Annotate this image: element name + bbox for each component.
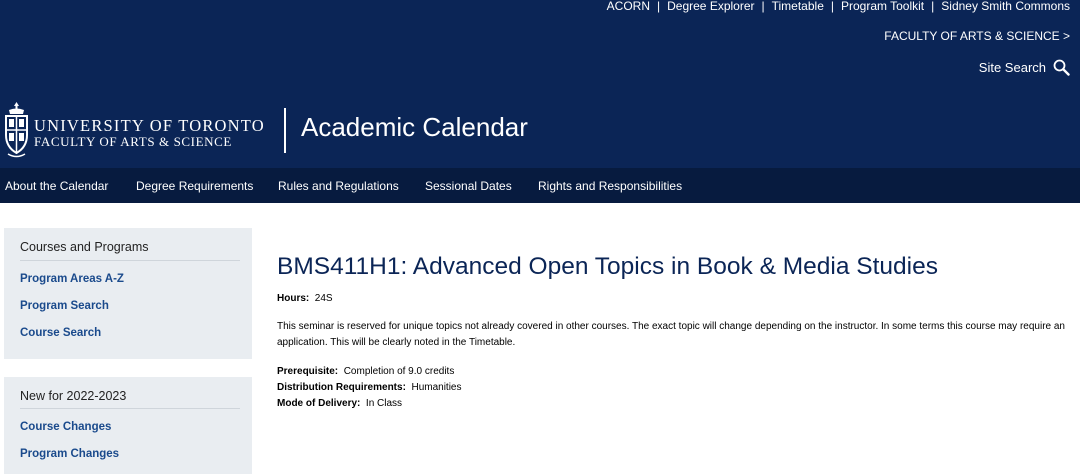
course-description: This seminar is reserved for unique topi… bbox=[277, 321, 1065, 348]
course-distribution: Distribution Requirements: Humanities bbox=[277, 382, 462, 393]
site-header: ACORN | Degree Explorer | Timetable | Program … bbox=[0, 0, 1080, 168]
box-divider bbox=[20, 260, 240, 261]
nav-degree-requirements[interactable]: Degree Requirements bbox=[136, 168, 253, 203]
course-delivery: Mode of Delivery: In Class bbox=[277, 398, 402, 409]
university-wordmark[interactable]: UNIVERSITY OF TORONTO FACULTY OF ARTS & … bbox=[34, 117, 265, 149]
site-search-label: Site Search bbox=[978, 60, 1046, 75]
new-for-year-box: New for 2022-2023 Course Changes Program… bbox=[4, 377, 252, 474]
program-changes-link[interactable]: Program Changes bbox=[20, 448, 119, 460]
program-areas-link[interactable]: Program Areas A-Z bbox=[20, 273, 124, 285]
header-divider bbox=[284, 108, 286, 153]
box-divider bbox=[20, 408, 240, 409]
search-icon bbox=[1053, 59, 1070, 76]
hours-value: 24S bbox=[314, 293, 333, 304]
faculty-name: FACULTY OF ARTS & SCIENCE bbox=[34, 134, 232, 149]
distribution-label: Distribution Requirements: bbox=[277, 382, 406, 393]
program-toolkit-link[interactable]: Program Toolkit bbox=[841, 0, 924, 13]
university-name: UNIVERSITY OF TORONTO bbox=[34, 116, 265, 135]
course-hours: Hours: 24S bbox=[277, 293, 333, 304]
faculty-link[interactable]: FACULTY OF ARTS & SCIENCE > bbox=[884, 29, 1070, 43]
site-search-button[interactable]: Site Search bbox=[979, 59, 1070, 76]
delivery-value: In Class bbox=[365, 398, 403, 409]
courses-programs-box: Courses and Programs Program Areas A-Z P… bbox=[4, 228, 252, 359]
course-title: BMS411H1: Advanced Open Topics in Book &… bbox=[277, 253, 938, 280]
nav-about-calendar[interactable]: About the Calendar bbox=[5, 168, 108, 203]
university-crest-logo[interactable] bbox=[3, 101, 30, 160]
sidney-smith-commons-link[interactable]: Sidney Smith Commons bbox=[941, 0, 1070, 13]
hours-label: Hours: bbox=[277, 293, 310, 304]
timetable-link[interactable]: Timetable bbox=[772, 0, 824, 13]
course-changes-link[interactable]: Course Changes bbox=[20, 421, 111, 433]
nav-rules-regulations[interactable]: Rules and Regulations bbox=[278, 168, 399, 203]
nav-rights-responsibilities[interactable]: Rights and Responsibilities bbox=[538, 168, 682, 203]
prerequisite-label: Prerequisite: bbox=[277, 366, 339, 377]
nav-sessional-dates[interactable]: Sessional Dates bbox=[425, 168, 512, 203]
course-search-link[interactable]: Course Search bbox=[20, 327, 101, 339]
program-search-link[interactable]: Program Search bbox=[20, 300, 109, 312]
app-title[interactable]: Academic Calendar bbox=[301, 112, 528, 143]
utility-links: ACORN | Degree Explorer | Timetable | Program … bbox=[606, 0, 1070, 13]
new-for-year-title: New for 2022-2023 bbox=[20, 389, 127, 403]
course-prerequisite: Prerequisite: Completion of 9.0 credits bbox=[277, 366, 454, 377]
courses-programs-title: Courses and Programs bbox=[20, 240, 149, 254]
distribution-value: Humanities bbox=[411, 382, 462, 393]
delivery-label: Mode of Delivery: bbox=[277, 398, 361, 409]
acorn-link[interactable]: ACORN bbox=[607, 0, 650, 13]
prerequisite-value: Completion of 9.0 credits bbox=[343, 366, 455, 377]
degree-explorer-link[interactable]: Degree Explorer bbox=[667, 0, 754, 13]
main-nav: About the Calendar Degree Requirements R… bbox=[0, 168, 1080, 203]
